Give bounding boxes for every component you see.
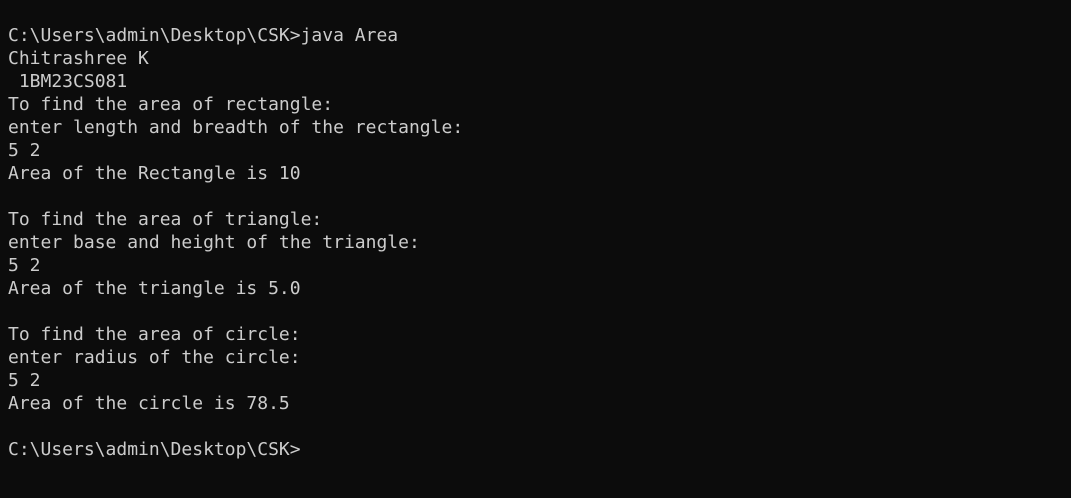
output-line: Chitrashree K [8,48,149,69]
output-line: To find the area of triangle: [8,209,323,230]
input-line: 5 2 [8,140,41,161]
output-line: Area of the triangle is 5.0 [8,278,301,299]
input-line: 5 2 [8,370,41,391]
input-line: 5 2 [8,255,41,276]
output-line: Area of the circle is 78.5 [8,393,290,414]
output-line: 1BM23CS081 [8,71,128,92]
output-line: To find the area of circle: [8,324,301,345]
prompt-line[interactable]: C:\Users\admin\Desktop\CSK> [8,438,1071,461]
terminal-window[interactable]: C:\Users\admin\Desktop\CSK>java Area Chi… [0,0,1071,498]
output-line: enter radius of the circle: [8,347,301,368]
command-line: C:\Users\admin\Desktop\CSK>java Area [8,25,399,46]
output-line: enter base and height of the triangle: [8,232,420,253]
output-line: enter length and breadth of the rectangl… [8,117,464,138]
output-line: To find the area of rectangle: [8,94,334,115]
output-line: Area of the Rectangle is 10 [8,163,301,184]
